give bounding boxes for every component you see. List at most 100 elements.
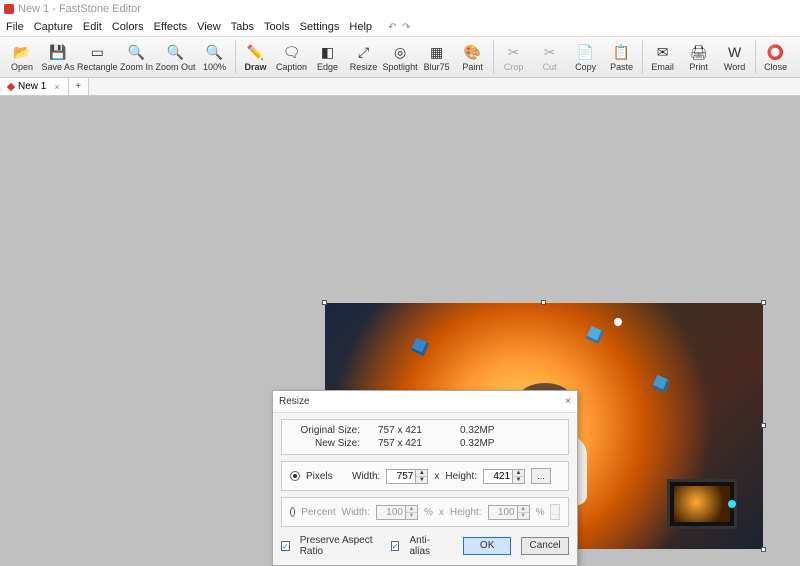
menu-colors[interactable]: Colors	[112, 21, 144, 33]
toolbar-open-button[interactable]: 📂Open	[4, 37, 40, 77]
toolbar-edge-button[interactable]: ◧Edge	[310, 37, 346, 77]
toolbar-label: Copy	[575, 62, 596, 72]
dialog-title: Resize	[279, 396, 310, 407]
resize-handle-se[interactable]	[761, 547, 766, 552]
preserve-ratio-checkbox[interactable]: ✓	[281, 541, 290, 551]
height-label: Height:	[445, 471, 477, 482]
toolbar-zoom-out-button[interactable]: 🔍Zoom Out	[155, 37, 197, 77]
toolbar-email-button[interactable]: ✉Email	[645, 37, 681, 77]
original-size-value: 757 x 421	[378, 425, 442, 436]
toolbar-label: Email	[651, 62, 674, 72]
blur75-icon: ▦	[427, 42, 447, 62]
toolbar-label: Spotlight	[383, 62, 418, 72]
resize-handle-ne[interactable]	[761, 300, 766, 305]
document-tabstrip: New 1 × +	[0, 78, 800, 96]
percent-radio-label: Percent	[301, 507, 335, 518]
new-mp-value: 0.32MP	[460, 438, 510, 449]
window-titlebar: New 1 - FastStone Editor	[0, 0, 800, 18]
pixels-more-button[interactable]: ...	[531, 468, 551, 484]
resize-dialog: Resize × Original Size: 757 x 421 0.32MP…	[272, 390, 578, 566]
width-stepper[interactable]: ▲▼	[386, 469, 428, 484]
spotlight-icon: ◎	[390, 42, 410, 62]
edge-icon: ◧	[318, 42, 338, 62]
toolbar-rectangle-button[interactable]: ▭Rectangle	[76, 37, 119, 77]
original-size-label: Original Size:	[290, 425, 360, 436]
window-title: New 1 - FastStone Editor	[18, 3, 141, 15]
menu-tabs[interactable]: Tabs	[231, 21, 254, 33]
menu-capture[interactable]: Capture	[34, 21, 73, 33]
menu-file[interactable]: File	[6, 21, 24, 33]
print-icon: 🖨	[689, 42, 709, 62]
tab-close-icon[interactable]: ×	[54, 82, 59, 92]
resize-handle-e[interactable]	[761, 423, 766, 428]
toolbar-resize-button[interactable]: ⤢Resize	[346, 37, 382, 77]
toolbar-label: Cut	[543, 62, 557, 72]
spin-down-icon[interactable]: ▼	[416, 477, 427, 483]
zoom-in-icon: 🔍	[127, 42, 147, 62]
height-px-input[interactable]	[484, 470, 512, 483]
toolbar-caption-button[interactable]: 🗨Caption	[274, 37, 310, 77]
toolbar-label: Print	[689, 62, 708, 72]
toolbar-word-button[interactable]: WWord	[717, 37, 753, 77]
toolbar-cut-button: ✂Cut	[532, 37, 568, 77]
toolbar-copy-button[interactable]: 📄Copy	[568, 37, 604, 77]
size-info-panel: Original Size: 757 x 421 0.32MP New Size…	[281, 419, 569, 455]
toolbar-label: Save As	[41, 62, 74, 72]
height-pc-input	[489, 506, 517, 519]
caption-icon: 🗨	[282, 42, 302, 62]
dialog-close-icon[interactable]: ×	[565, 396, 571, 407]
toolbar-spotlight-button[interactable]: ◎Spotlight	[382, 37, 419, 77]
menubar: File Capture Edit Colors Effects View Ta…	[0, 18, 800, 36]
menu-edit[interactable]: Edit	[83, 21, 102, 33]
width-pc-input	[377, 506, 405, 519]
menu-effects[interactable]: Effects	[154, 21, 187, 33]
ok-button[interactable]: OK	[463, 537, 511, 555]
toolbar-paste-button[interactable]: 📋Paste	[604, 37, 640, 77]
resize-handle-nw[interactable]	[322, 300, 327, 305]
menu-help[interactable]: Help	[349, 21, 372, 33]
resize-handle-n[interactable]	[541, 300, 546, 305]
x-label: x	[434, 471, 439, 482]
antialias-checkbox[interactable]: ✓	[391, 541, 400, 551]
tab-add-button[interactable]: +	[69, 78, 89, 95]
open-icon: 📂	[12, 42, 32, 62]
resize-icon: ⤢	[354, 42, 374, 62]
toolbar-blur75-button[interactable]: ▦Blur75	[419, 37, 455, 77]
spin-up-icon[interactable]: ▲	[513, 470, 524, 477]
tab-new-1[interactable]: New 1 ×	[0, 78, 69, 95]
toolbar-draw-button[interactable]: ✏️Draw	[238, 37, 274, 77]
toolbar-label: Resize	[350, 62, 378, 72]
tab-label: New 1	[18, 81, 46, 92]
toolbar-label: Paste	[610, 62, 633, 72]
height-stepper[interactable]: ▲▼	[483, 469, 525, 484]
pixels-radio[interactable]	[290, 471, 300, 481]
menu-settings[interactable]: Settings	[300, 21, 340, 33]
dialog-titlebar[interactable]: Resize ×	[273, 391, 577, 413]
word-icon: W	[725, 42, 745, 62]
menu-view[interactable]: View	[197, 21, 221, 33]
pct-label-1: %	[424, 507, 433, 518]
spin-down-icon[interactable]: ▼	[513, 477, 524, 483]
toolbar-paint-button[interactable]: 🎨Paint	[455, 37, 491, 77]
cancel-button[interactable]: Cancel	[521, 537, 569, 555]
toolbar-close-button[interactable]: ⭕Close	[758, 37, 794, 77]
menu-undo-redo-icons[interactable]: ↶ ↷	[388, 22, 410, 33]
percent-radio[interactable]	[290, 507, 295, 517]
pixels-radio-label: Pixels	[306, 471, 346, 482]
toolbar-save-as-button[interactable]: 💾Save As	[40, 37, 76, 77]
toolbar: 📂Open💾Save As▭Rectangle🔍Zoom In🔍Zoom Out…	[0, 36, 800, 78]
percent-more-button: ...	[550, 504, 560, 520]
toolbar-zoom-in-button[interactable]: 🔍Zoom In	[119, 37, 155, 77]
menu-tools[interactable]: Tools	[264, 21, 290, 33]
save-as-icon: 💾	[48, 42, 68, 62]
toolbar-crop-button: ✂Crop	[496, 37, 532, 77]
toolbar-label: Paint	[462, 62, 483, 72]
image-monitor	[667, 479, 737, 529]
original-mp-value: 0.32MP	[460, 425, 510, 436]
toolbar-label: Zoom In	[120, 62, 153, 72]
zoom-out-icon: 🔍	[166, 42, 186, 62]
toolbar-print-button[interactable]: 🖨Print	[681, 37, 717, 77]
spin-up-icon[interactable]: ▲	[416, 470, 427, 477]
width-px-input[interactable]	[387, 470, 415, 483]
toolbar-100%-button[interactable]: 🔍100%	[197, 37, 233, 77]
